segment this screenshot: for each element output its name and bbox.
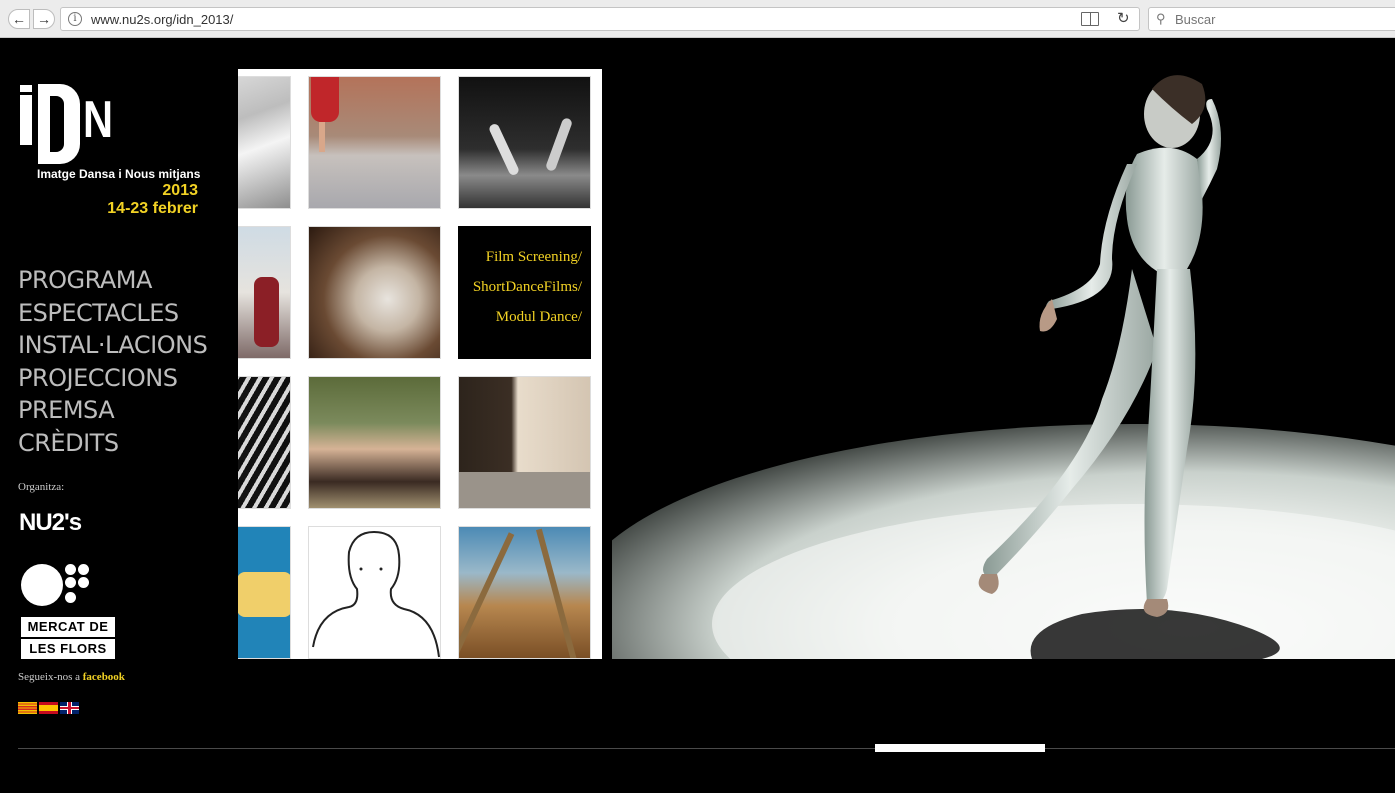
follow-us: Segueix-nos a facebook (18, 671, 125, 683)
menu-item-credits[interactable]: CRÈDITS (18, 427, 207, 460)
search-box[interactable]: ⚲ (1148, 7, 1395, 31)
dancer-illustration (612, 69, 1395, 659)
mf-label-line2: LES FLORS (21, 639, 115, 659)
menu-item-premsa[interactable]: PREMSA (18, 394, 207, 427)
english-flag-icon[interactable] (60, 702, 79, 714)
page-body: N Imatge Dansa i Nous mitjans 2013 14-23… (0, 39, 1395, 793)
language-selector (18, 702, 79, 714)
info-icon[interactable]: i (68, 12, 82, 26)
poster-photo (238, 376, 291, 509)
forward-arrow-icon[interactable]: → (33, 9, 55, 29)
url-text[interactable]: www.nu2s.org/idn_2013/ (91, 12, 233, 27)
mercat-de-les-flors-logo[interactable]: MERCAT DE LES FLORS (21, 564, 116, 660)
poster-photo (238, 526, 291, 659)
browser-toolbar: ← → i www.nu2s.org/idn_2013/ ↻ ⚲ (0, 0, 1395, 38)
mf-dot (78, 577, 89, 588)
logo-d (38, 84, 80, 164)
poster-photo (308, 76, 441, 209)
poster-drawing (308, 526, 441, 659)
logo-subtitle: Imatge Dansa i Nous mitjans (37, 167, 201, 181)
spanish-flag-icon[interactable] (39, 702, 58, 714)
poster-photo (458, 526, 591, 659)
poster-photo (238, 76, 291, 209)
main-menu: PROGRAMA ESPECTACLES INSTAL·LACIONS PROJ… (18, 264, 208, 460)
logo-i (20, 95, 32, 145)
catalan-flag-icon[interactable] (18, 702, 37, 714)
logo-dates: 14-23 febrer (107, 200, 198, 217)
poster-photo (458, 376, 591, 509)
mf-dot (65, 592, 76, 603)
menu-item-installacions[interactable]: INSTAL·LACIONS (18, 329, 208, 362)
poster-photo (308, 226, 441, 359)
hero-dancer-image (612, 69, 1395, 659)
film-line: ShortDanceFilms/ (472, 279, 582, 295)
search-input[interactable] (1175, 12, 1375, 27)
mf-dot (65, 577, 76, 588)
logo-n: N (83, 91, 114, 149)
divider-line (18, 748, 1395, 749)
reader-view-icon[interactable] (1081, 12, 1099, 26)
search-icon: ⚲ (1156, 11, 1166, 26)
idn-logo[interactable]: N Imatge Dansa i Nous mitjans 2013 14-23… (20, 84, 201, 224)
poster-photo (458, 76, 591, 209)
facebook-link[interactable]: facebook (83, 671, 125, 683)
logo-i-dot (20, 85, 32, 92)
follow-prefix: Segueix-nos a (18, 671, 81, 683)
mf-big-circle (21, 564, 63, 606)
film-line: Modul Dance/ (495, 309, 582, 325)
menu-item-projeccions[interactable]: PROJECCIONS (18, 362, 207, 395)
mf-label-line1: MERCAT DE (21, 617, 115, 637)
menu-item-espectacles[interactable]: ESPECTACLES (18, 297, 207, 330)
organizer-label: Organitza: (18, 481, 65, 493)
slideshow-progress-bar[interactable] (875, 744, 1045, 752)
back-arrow-icon[interactable]: ← (8, 9, 30, 29)
mf-dot (65, 564, 76, 575)
nu2s-logo[interactable]: NU2's (19, 509, 82, 537)
reload-icon[interactable]: ↻ (1117, 9, 1130, 27)
mf-dot (78, 564, 89, 575)
address-bar[interactable]: i www.nu2s.org/idn_2013/ ↻ (60, 7, 1140, 31)
festival-poster: Film Screening/ ShortDanceFilms/ Modul D… (238, 69, 602, 659)
silhouette-drawing (312, 530, 440, 658)
film-screening-tile[interactable]: Film Screening/ ShortDanceFilms/ Modul D… (458, 226, 591, 359)
poster-photo (308, 376, 441, 509)
logo-year: 2013 (162, 182, 198, 199)
menu-item-programa[interactable]: PROGRAMA (18, 264, 207, 297)
film-line: Film Screening/ (485, 249, 582, 265)
poster-photo (238, 226, 291, 359)
